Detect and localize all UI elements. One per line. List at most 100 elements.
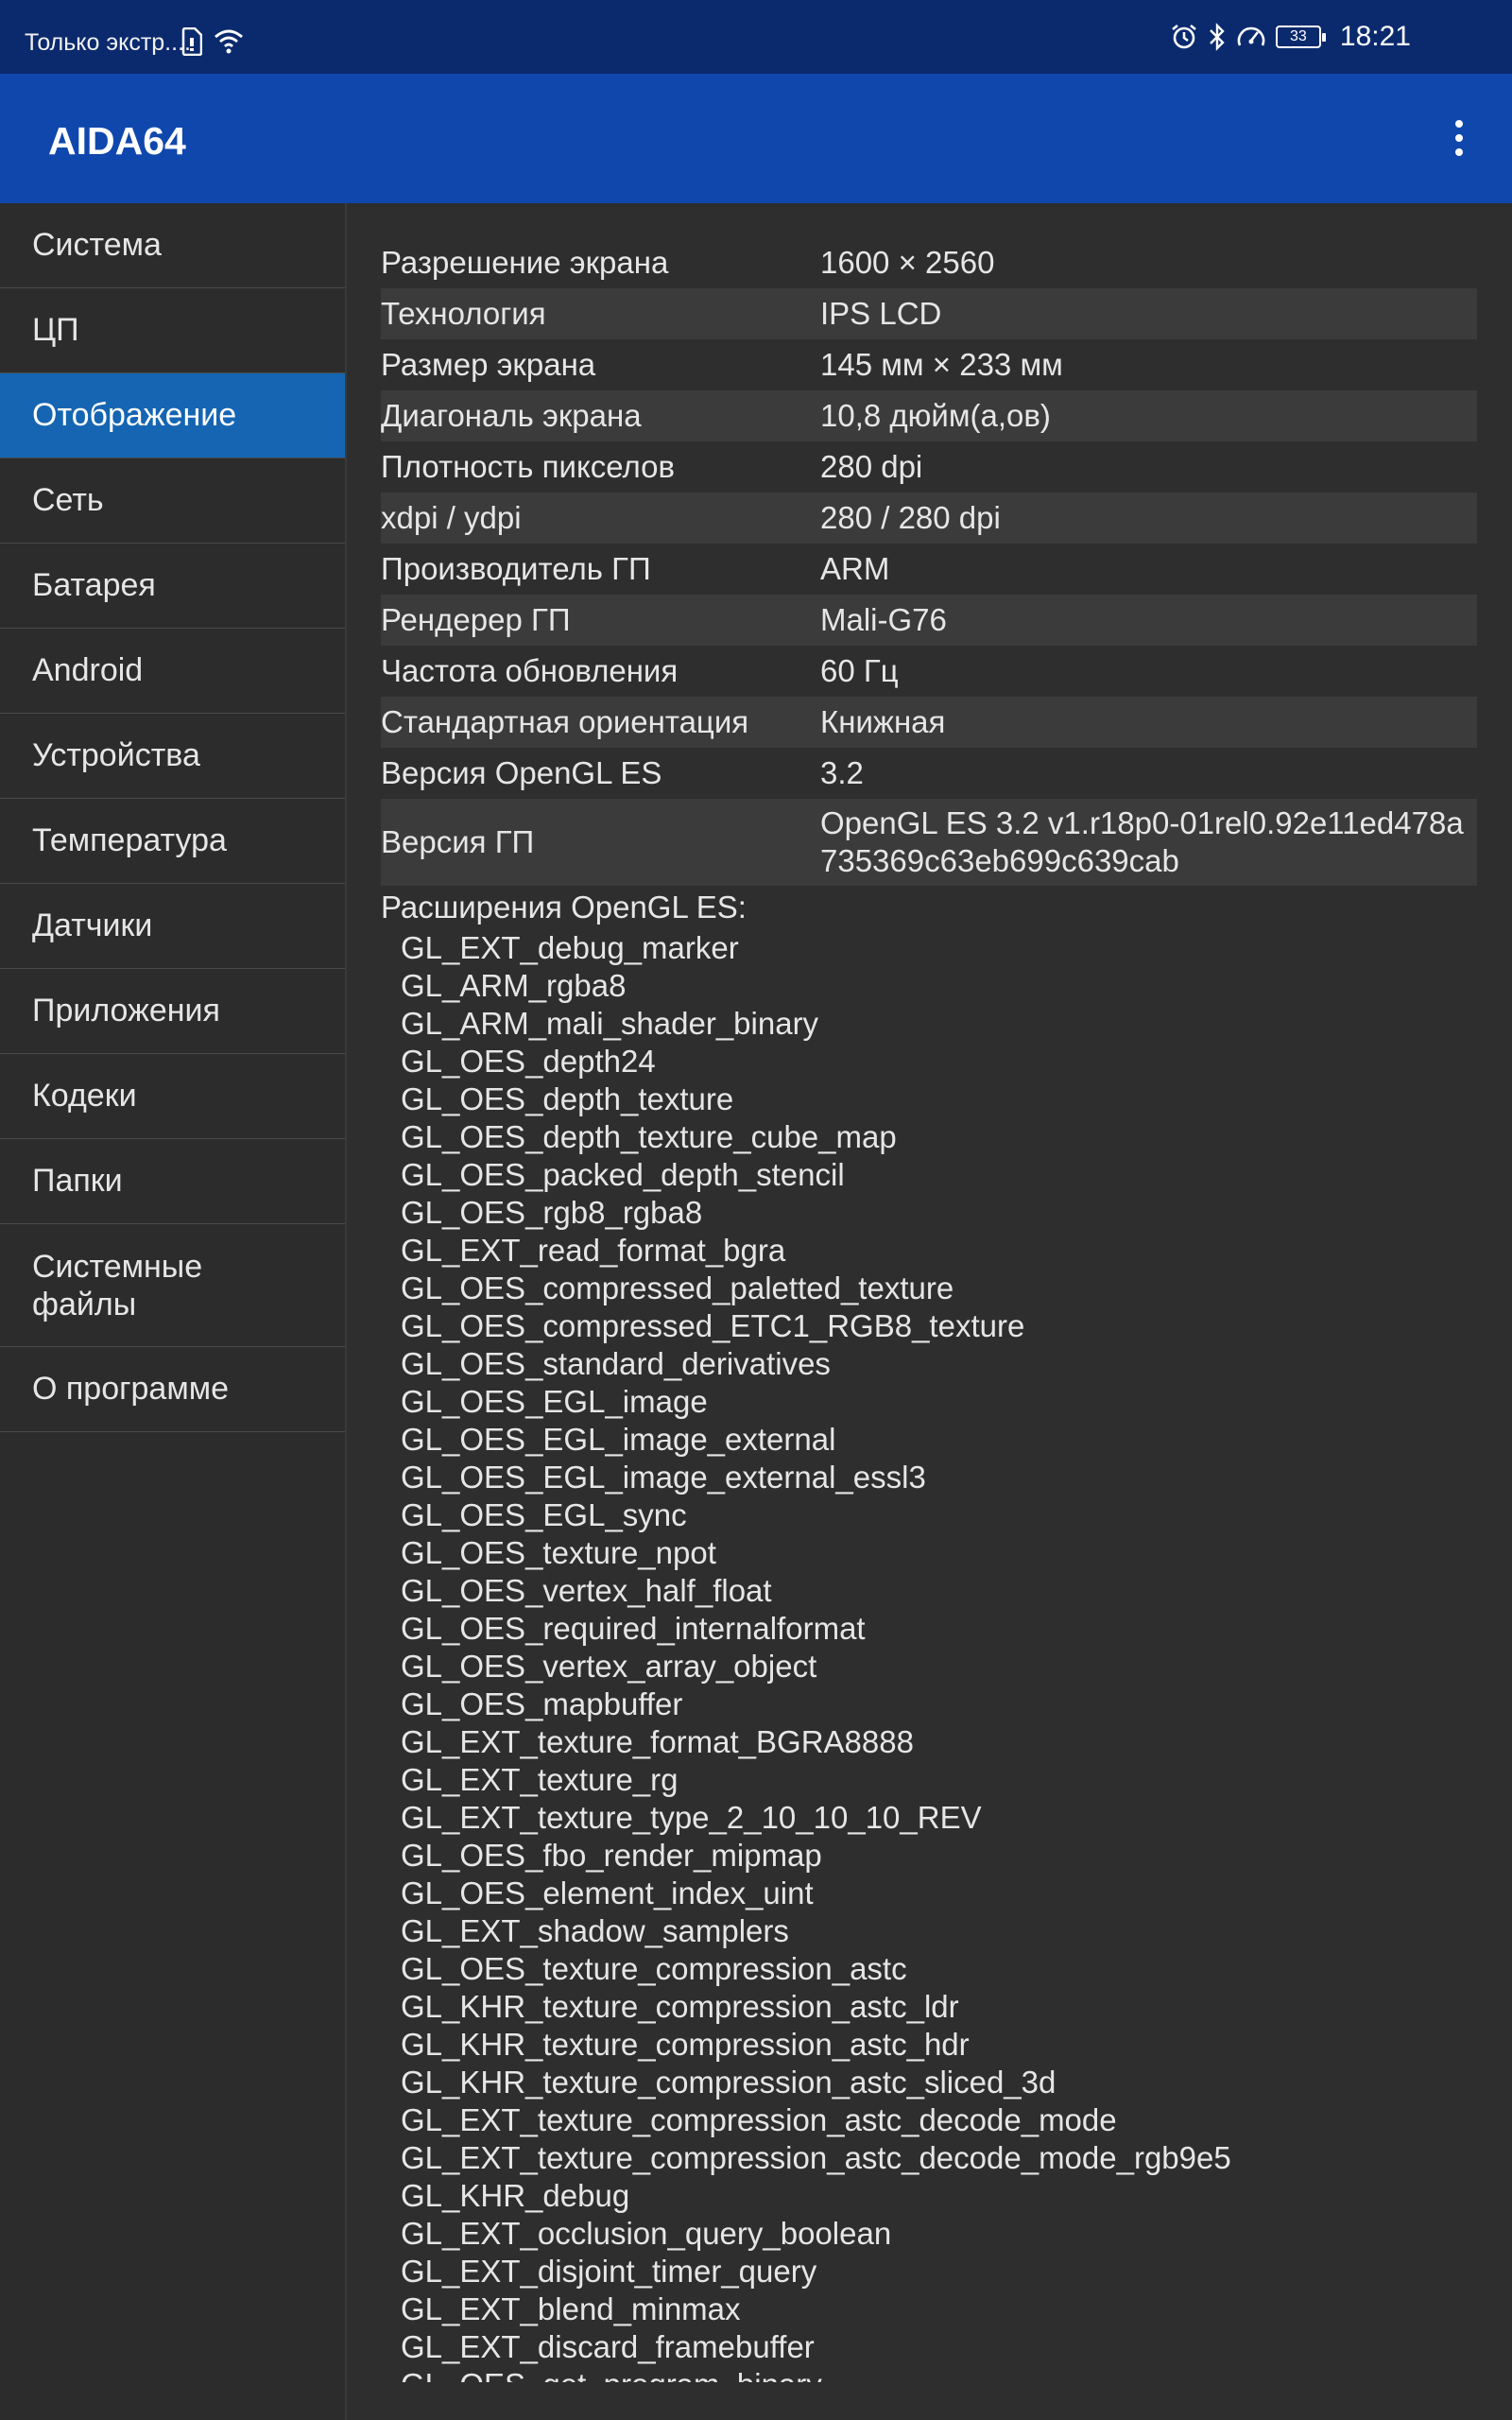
content-bottom-edge [347,2382,1512,2420]
sidebar-item-display[interactable]: Отображение [0,373,347,458]
row-value: OpenGL ES 3.2 v1.r18p0-01rel0.92e11ed478… [820,805,1464,878]
display-info-panel[interactable]: Разрешение экрана 1600 × 2560 Технология… [347,203,1512,2420]
extension-item: GL_OES_fbo_render_mipmap [401,1838,822,1873]
menu-dot [1455,134,1463,142]
sidebar-item-label: Температура [32,822,227,858]
sidebar-item-label: О программе [32,1371,230,1407]
extensions-list: GL_EXT_debug_marker GL_ARM_rgba8 GL_ARM_ma… [401,929,1231,2404]
sidebar-item-battery[interactable]: Батарея [0,544,347,629]
sidebar-item-label: ЦП [32,312,79,348]
extension-item: GL_OES_EGL_image_external [401,1422,836,1457]
sidebar-item-temperature[interactable]: Температура [0,799,347,884]
clock: 18:21 [1339,21,1411,52]
speedometer-icon [1237,26,1265,46]
row-value: ARM [820,551,890,586]
sidebar-item-label: Отображение [32,397,237,433]
sidebar-item-devices[interactable]: Устройства [0,714,347,799]
status-bar: Только экстр.... 33 18:21 [0,0,1512,74]
row-value: 145 мм × 233 мм [820,347,1063,382]
info-row-gpu-version: Версия ГП OpenGL ES 3.2 v1.r18p0-01rel0.… [381,799,1477,886]
sim-card-icon [181,27,202,56]
extension-item: GL_OES_vertex_half_float [401,1573,772,1608]
extension-item: GL_OES_EGL_image_external_essl3 [401,1460,926,1495]
sidebar-item-label: Устройства [32,737,200,773]
row-label: Стандартная ориентация [381,704,749,739]
extension-item: GL_KHR_texture_compression_astc_ldr [401,1989,959,2024]
sidebar-item-cpu[interactable]: ЦП [0,288,347,373]
extension-item: GL_OES_EGL_image [401,1384,708,1419]
row-label: Размер экрана [381,347,596,382]
sidebar-item-label: Датчики [32,908,153,943]
menu-dot [1455,120,1463,128]
row-value: Mali-G76 [820,602,947,637]
sidebar-item-label: Папки [32,1163,123,1199]
sidebar-item-network[interactable]: Сеть [0,458,347,544]
extension-item: GL_EXT_shadow_samplers [401,1913,789,1948]
extension-item: GL_EXT_texture_type_2_10_10_10_REV [401,1800,982,1835]
row-value: Книжная [820,704,946,739]
extension-item: GL_OES_compressed_paletted_texture [401,1270,954,1305]
row-value: IPS LCD [820,296,942,331]
row-label: Версия OpenGL ES [381,755,662,790]
row-value: 1600 × 2560 [820,245,995,280]
sidebar-item-about[interactable]: О программе [0,1347,347,1432]
sidebar-item-label: Сеть [32,482,104,518]
extension-item: GL_EXT_debug_marker [401,930,739,965]
extension-item: GL_KHR_texture_compression_astc_hdr [401,2027,970,2062]
more-vert-icon[interactable] [1433,112,1486,164]
extension-item: GL_OES_element_index_uint [401,1876,814,1910]
status-right-icons: 33 18:21 [1170,0,1411,74]
extension-item: GL_EXT_disjoint_timer_query [401,2254,817,2289]
sidebar-item-apps[interactable]: Приложения [0,969,347,1054]
extension-item: GL_ARM_rgba8 [401,968,627,1003]
sidebar-item-android[interactable]: Android [0,629,347,714]
row-label: Разрешение экрана [381,245,669,280]
sidebar-item-folders[interactable]: Папки [0,1139,347,1224]
sidebar-item-sensors[interactable]: Датчики [0,884,347,969]
info-row-gpu-renderer: Рендерер ГП Mali-G76 [381,595,1477,646]
extension-item: GL_OES_packed_depth_stencil [401,1157,845,1192]
sidebar-item-label: Android [32,652,144,688]
sidebar-item-system[interactable]: Система [0,203,347,288]
row-label: Рендерер ГП [381,602,571,637]
app-bar: AIDA64 [0,74,1512,203]
row-label: Плотность пикселов [381,449,676,484]
info-row-resolution: Разрешение экрана 1600 × 2560 [381,237,1477,288]
alarm-icon [1172,24,1196,49]
row-label: xdpi / ydpi [381,500,522,535]
info-row-default-orientation: Стандартная ориентация Книжная [381,697,1477,748]
info-row-refresh-rate: Частота обновления 60 Гц [381,646,1477,697]
row-value: 60 Гц [820,653,899,688]
sidebar-item-label: Кодеки [32,1078,137,1114]
sidebar-item-label: Батарея [32,567,156,603]
row-label: Диагональ экрана [381,398,642,433]
display-info-table: Разрешение экрана 1600 × 2560 Технология… [381,237,1477,886]
menu-dot [1455,148,1463,156]
extension-item: GL_KHR_texture_compression_astc_sliced_3… [401,2065,1057,2100]
bluetooth-icon [1210,23,1225,51]
extension-item: GL_EXT_texture_compression_astc_decode_m… [401,2140,1231,2175]
extension-item: GL_OES_texture_npot [401,1535,716,1570]
info-row-xdpi-ydpi: xdpi / ydpi 280 / 280 dpi [381,493,1477,544]
extension-item: GL_EXT_read_format_bgra [401,1233,786,1268]
extension-item: GL_OES_rgb8_rgba8 [401,1195,703,1230]
sidebar-item-system-files[interactable]: Системные файлы [0,1224,347,1347]
row-value: 3.2 [820,755,864,790]
sidebar-item-label: Система [32,227,162,263]
info-row-opengl-es-version: Версия OpenGL ES 3.2 [381,748,1477,799]
sidebar-item-label: Системные файлы [32,1248,203,1322]
row-value: 280 / 280 dpi [820,500,1001,535]
extension-item: GL_OES_depth24 [401,1044,656,1079]
sidebar: Система ЦП Отображение Сеть Батарея Andr… [0,203,347,2420]
extension-item: GL_EXT_occlusion_query_boolean [401,2216,892,2251]
carrier-label: Только экстр.... [25,29,191,56]
extension-item: GL_OES_vertex_array_object [401,1649,817,1684]
status-left-icons [181,26,244,57]
row-label: Версия ГП [381,824,535,859]
info-row-technology: Технология IPS LCD [381,288,1477,339]
info-row-diagonal: Диагональ экрана 10,8 дюйм(а,ов) [381,390,1477,441]
sidebar-item-codecs[interactable]: Кодеки [0,1054,347,1139]
extension-item: GL_EXT_blend_minmax [401,2291,741,2326]
extension-item: GL_EXT_texture_format_BGRA8888 [401,1724,914,1759]
info-row-gpu-vendor: Производитель ГП ARM [381,544,1477,595]
